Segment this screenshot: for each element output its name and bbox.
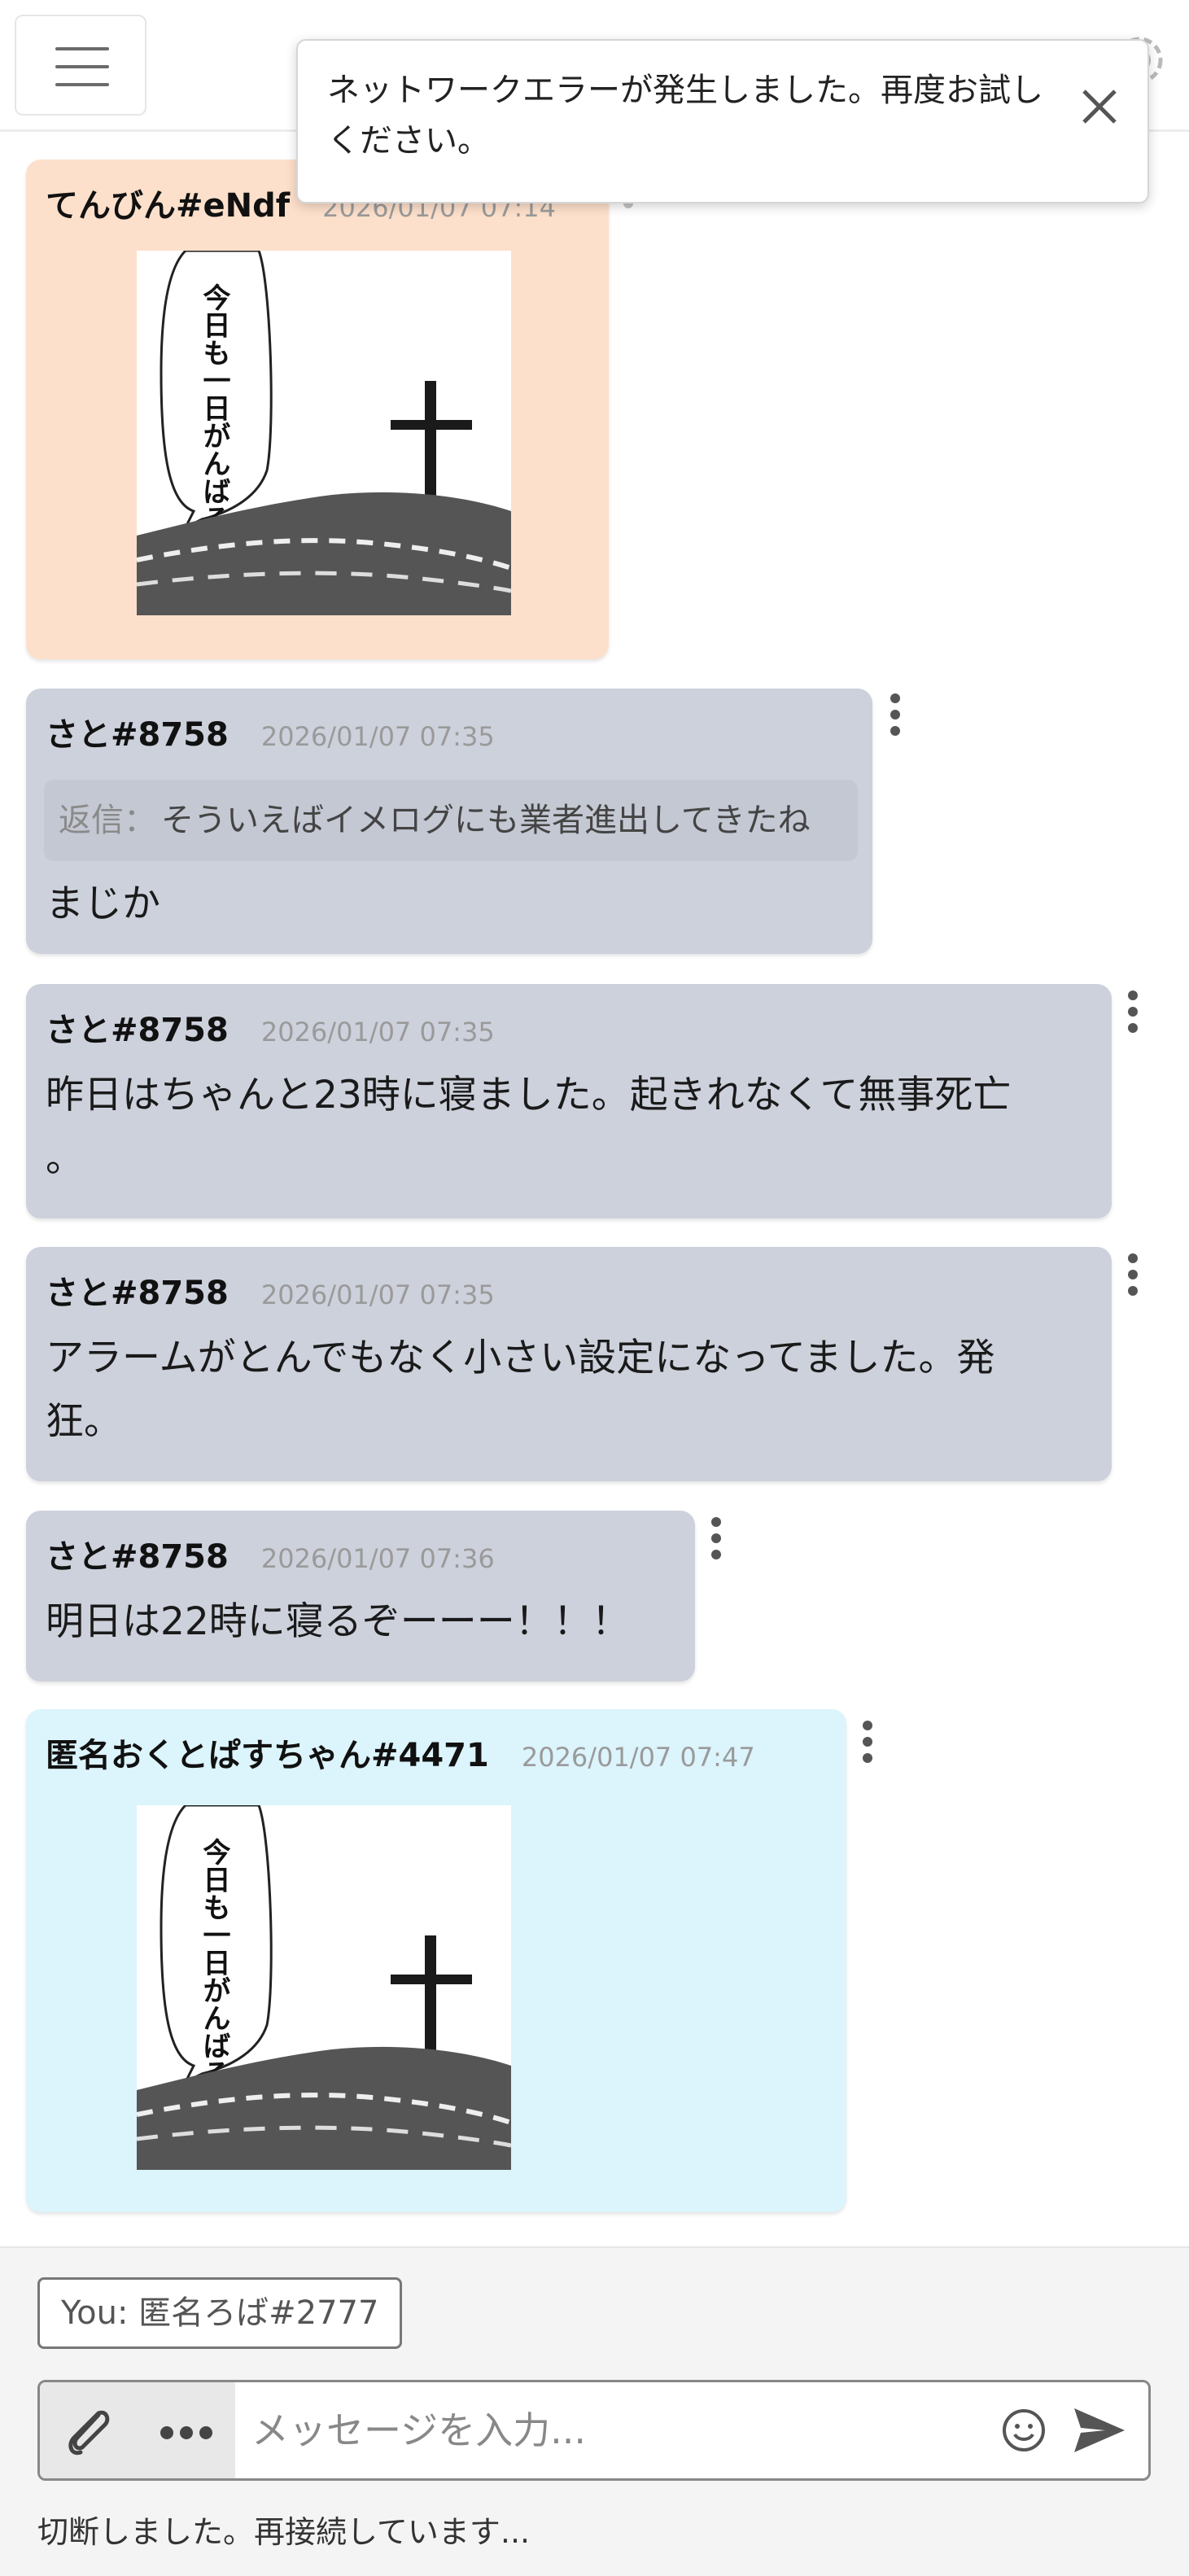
connection-status: 切断しました。再接続しています... <box>37 2514 531 2550</box>
timestamp: 2026/01/07 07:35 <box>260 1017 495 1047</box>
reply-label: 返信： <box>59 802 156 839</box>
message-text-line: 昨日はちゃんと23時に寝ました。起きれなくて無事死亡 <box>46 1073 1012 1117</box>
paperclip-icon[interactable] <box>58 2400 120 2462</box>
author-name[interactable]: さと#8758 <box>46 1012 229 1049</box>
message-input[interactable] <box>251 2397 984 2464</box>
message-options-button[interactable] <box>708 1517 724 1559</box>
send-icon[interactable] <box>1069 2402 1130 2459</box>
sticker-illustration: 今日も一日がんばるぞい！ <box>136 249 512 615</box>
message-header: 匿名おくとぱすちゃん#4471 2026/01/07 07:47 <box>46 1729 755 1776</box>
message-text: まじか <box>46 881 160 926</box>
reply-quote[interactable]: 返信： そういえばイメログにも業者進出してきたね <box>44 780 858 861</box>
message-bubble: てんびん#eNdf 2026/01/07 07:14 今日も一日がんばるぞい！ <box>26 160 633 659</box>
current-user-chip[interactable]: You: 匿名ろば#2777 <box>37 2277 403 2349</box>
sticker-illustration: 今日も一日がんばるぞい！ <box>136 1804 512 2170</box>
timestamp: 2026/01/07 07:35 <box>260 721 495 752</box>
timestamp: 2026/01/07 07:35 <box>260 1279 495 1310</box>
sticker-image[interactable]: 今日も一日がんばるぞい！ <box>136 249 512 615</box>
message-text: 明日は22時に寝るぞーーー！！！ <box>46 1599 630 1644</box>
message-text-line: 。 <box>46 1136 84 1181</box>
message-composer <box>37 2380 1151 2481</box>
message-text-line: 狂。 <box>46 1399 122 1444</box>
close-icon[interactable] <box>1071 78 1128 135</box>
reply-text: そういえばイメログにも業者進出してきたね <box>161 802 811 839</box>
composer-area: You: 匿名ろば#2777 切断しました。再接続しています... <box>0 2246 1189 2576</box>
message-header: さと#8758 2026/01/07 07:35 <box>46 708 495 755</box>
message-options-button[interactable] <box>887 693 903 736</box>
message-text-line: アラームがとんでもなく小さい設定になってました。発 <box>46 1336 995 1380</box>
message-bubble: さと#8758 2026/01/07 07:35 アラームがとんでもなく小さい設定… <box>26 1247 1138 1481</box>
message-bubble: 匿名おくとぱすちゃん#4471 2026/01/07 07:47 今日も一日がんば… <box>26 1709 872 2212</box>
message-text: アラームがとんでもなく小さい設定になってました。発 狂。 <box>46 1327 995 1454</box>
author-name[interactable]: てんびん#eNdf <box>46 187 290 225</box>
sticker-image[interactable]: 今日も一日がんばるぞい！ <box>136 1804 512 2170</box>
message-bubble: さと#8758 2026/01/07 07:36 明日は22時に寝るぞーーー！！！ <box>26 1511 721 1682</box>
author-name[interactable]: さと#8758 <box>46 1538 229 1576</box>
chat-page: ネットワークエラーが発生しました。再度お試しください。 てんびん#eNdf 202… <box>0 0 1189 2576</box>
message-options-button[interactable] <box>1125 1253 1141 1296</box>
author-name[interactable]: さと#8758 <box>46 716 229 754</box>
message-header: さと#8758 2026/01/07 07:35 <box>46 1004 495 1051</box>
author-name[interactable]: さと#8758 <box>46 1275 229 1312</box>
message-options-button[interactable] <box>859 1721 876 1763</box>
message-header: さと#8758 2026/01/07 07:35 <box>46 1266 495 1314</box>
message-text: 昨日はちゃんと23時に寝ました。起きれなくて無事死亡 。 <box>46 1064 1011 1191</box>
message-options-button[interactable] <box>1125 991 1141 1033</box>
hamburger-menu-button[interactable] <box>15 15 146 116</box>
message-bubble: さと#8758 2026/01/07 07:35 返信： そういえばイメログにも業者… <box>26 689 900 954</box>
emoji-icon[interactable] <box>999 2405 1049 2456</box>
composer-tools <box>40 2382 235 2478</box>
network-error-toast: ネットワークエラーが発生しました。再度お試しください。 <box>296 39 1149 203</box>
timestamp: 2026/01/07 07:36 <box>260 1543 495 1574</box>
timestamp: 2026/01/07 07:47 <box>521 1742 755 1773</box>
toast-message: ネットワークエラーが発生しました。再度お試しください。 <box>327 72 1043 160</box>
message-bubble: さと#8758 2026/01/07 07:35 昨日はちゃんと23時に寝ました。… <box>26 984 1138 1218</box>
author-name[interactable]: 匿名おくとぱすちゃん#4471 <box>46 1737 489 1774</box>
message-header: さと#8758 2026/01/07 07:36 <box>46 1530 495 1577</box>
more-options-button[interactable] <box>154 2400 219 2462</box>
